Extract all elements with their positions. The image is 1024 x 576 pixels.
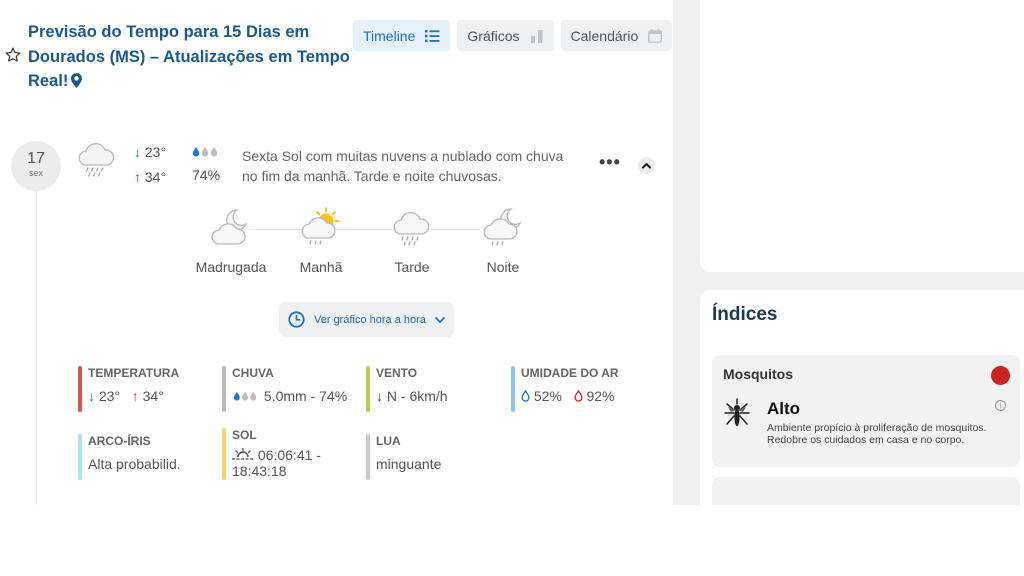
detail-value: 06:06:41 - 18:43:18 xyxy=(232,447,342,479)
date-weekday: sex xyxy=(28,168,43,178)
detail-arco-iris: ARCO-ÍRIS Alta probabilid. xyxy=(78,434,218,480)
detail-title: LUA xyxy=(376,434,401,448)
tab-timeline-label: Timeline xyxy=(363,27,416,44)
temperatura-max: 34° xyxy=(142,388,164,404)
rainbow-color-bar xyxy=(78,434,82,480)
arrow-up-icon: ↑ xyxy=(131,388,139,404)
detail-title: ARCO-ÍRIS xyxy=(88,434,151,448)
detail-title: UMIDADE DO AR xyxy=(521,366,619,380)
bar-chart-icon xyxy=(530,30,543,43)
detail-value: 52% 92% xyxy=(521,388,661,404)
temperature-color-bar xyxy=(78,366,82,412)
moon-cloud-icon xyxy=(211,209,248,245)
vento-value: N - 6km/h xyxy=(386,388,448,404)
lua-value: minguante xyxy=(376,456,442,472)
detail-value: ↓ N - 6km/h xyxy=(376,388,506,404)
mosquito-icon xyxy=(724,398,750,426)
more-options-button[interactable]: ••• xyxy=(599,152,621,173)
indices-title: Índices xyxy=(712,304,778,325)
max-temperature: ↑ 34° xyxy=(134,169,166,185)
detail-vento: VENTO ↓ N - 6km/h xyxy=(366,366,506,412)
collapse-chevron-up-icon[interactable] xyxy=(638,157,655,174)
arrow-down-icon: ↓ xyxy=(88,388,95,404)
sun-cloud-rain-icon xyxy=(301,207,340,245)
period-tarde: Tarde xyxy=(367,206,457,275)
location-pin-icon xyxy=(71,73,83,88)
umidade-max: 92% xyxy=(586,388,615,404)
hourly-chart-button[interactable]: Ver gráfico hora a hora xyxy=(279,302,454,337)
period-label: Manhã xyxy=(299,259,343,275)
sunrise-icon xyxy=(232,447,254,460)
detail-sol: SOL 06:06:41 - 18:43:18 xyxy=(222,428,362,480)
rain-drops-icon xyxy=(192,147,218,157)
index-level: Alto xyxy=(767,399,801,418)
date-day-number: 17 xyxy=(27,150,45,167)
favorite-star-icon[interactable] xyxy=(4,46,22,64)
calendar-icon xyxy=(648,28,663,43)
drop-red-icon xyxy=(573,389,583,402)
tab-calendario-label: Calendário xyxy=(570,27,639,44)
drop-blue-icon xyxy=(521,389,530,402)
list-icon xyxy=(425,29,440,42)
page-title: Previsão do Tempo para 15 Dias em Dourad… xyxy=(28,20,358,94)
detail-title: CHUVA xyxy=(232,366,274,380)
info-icon[interactable]: i xyxy=(995,400,1006,411)
timeline-line xyxy=(36,190,37,505)
period-noite: Noite xyxy=(458,206,548,275)
rain-probability: 74% xyxy=(192,167,221,183)
cloud-rain-icon xyxy=(78,142,115,177)
index-card-mosquitos[interactable]: Mosquitos Alto i Ambiente propício à pro… xyxy=(712,355,1020,467)
detail-value: ↓ 23° ↑ 34° xyxy=(88,388,218,404)
view-tabs: Timeline Gráficos Calendário xyxy=(353,20,673,51)
period-label: Madrugada xyxy=(195,259,267,275)
max-temperature-value: 34° xyxy=(144,169,167,185)
period-label: Noite xyxy=(486,259,520,275)
detail-umidade: UMIDADE DO AR 52% 92% xyxy=(511,366,661,412)
status-dot xyxy=(991,366,1010,385)
tab-calendario[interactable]: Calendário xyxy=(560,20,673,51)
detail-chuva: CHUVA 5.0mm - 74% xyxy=(222,366,362,412)
moon-cloud-rain-icon xyxy=(483,208,522,246)
arrow-up-icon: ↑ xyxy=(134,169,141,185)
detail-lua: LUA minguante xyxy=(366,434,506,480)
tab-graficos-label: Gráficos xyxy=(467,27,520,44)
day-summary: Sexta Sol com muitas nuvens a nublado co… xyxy=(242,148,564,184)
tab-graficos[interactable]: Gráficos xyxy=(457,20,554,51)
index-description: Ambiente propício à proliferação de mosq… xyxy=(767,422,987,446)
min-temperature: ↓ 23° xyxy=(134,144,166,160)
sun-color-bar xyxy=(222,428,226,480)
temperatura-min: 23° xyxy=(98,388,121,404)
ad-placeholder xyxy=(700,0,1024,272)
date-badge: 17 sex xyxy=(11,141,61,191)
moon-color-bar xyxy=(366,434,370,480)
chevron-down-icon xyxy=(435,316,445,323)
clock-icon xyxy=(288,311,305,328)
umidade-min: 52% xyxy=(533,388,562,404)
rain-color-bar xyxy=(222,366,226,412)
period-label: Tarde xyxy=(394,259,430,275)
hourly-chart-label: Ver gráfico hora a hora xyxy=(314,313,426,326)
wind-direction-arrow-icon: ↓ xyxy=(376,388,383,404)
tab-timeline[interactable]: Timeline xyxy=(353,20,451,51)
period-manha: Manhã xyxy=(276,206,366,275)
detail-temperatura: TEMPERATURA ↓ 23° ↑ 34° xyxy=(78,366,218,412)
detail-title: SOL xyxy=(232,428,257,442)
detail-title: TEMPERATURA xyxy=(88,366,180,380)
wind-color-bar xyxy=(366,366,370,412)
rain-drops-icon xyxy=(233,391,257,401)
chuva-value: 5.0mm - 74% xyxy=(263,388,348,404)
arco-iris-value: Alta probabilid. xyxy=(88,456,181,472)
arrow-down-icon: ↓ xyxy=(134,144,141,160)
cloud-rain-icon xyxy=(393,211,430,246)
min-temperature-value: 23° xyxy=(144,144,167,160)
detail-value: 5.0mm - 74% xyxy=(232,388,362,404)
index-card-next xyxy=(712,477,1020,505)
detail-title: VENTO xyxy=(376,366,418,380)
page: Previsão do Tempo para 15 Dias em Dourad… xyxy=(0,0,1024,576)
humidity-color-bar xyxy=(511,366,515,412)
period-madrugada: Madrugada xyxy=(186,206,276,275)
index-name: Mosquitos xyxy=(723,366,793,382)
